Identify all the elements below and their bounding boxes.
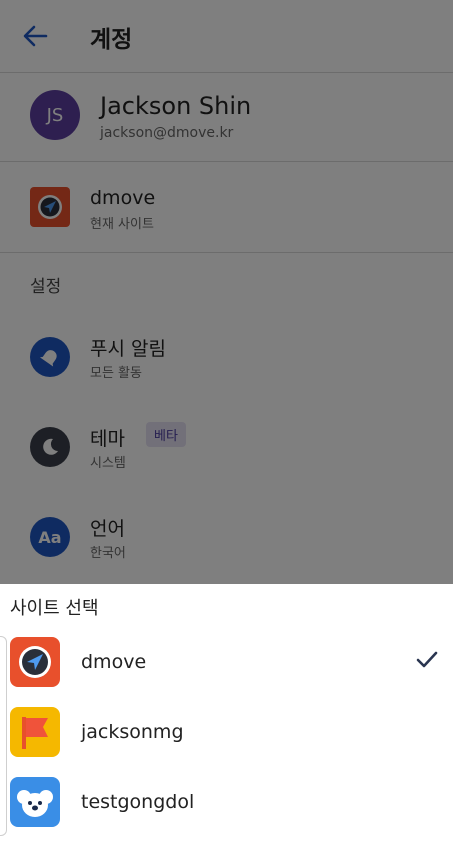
- sheet-title: 사이트 선택: [10, 598, 99, 619]
- flag-icon: [10, 707, 60, 757]
- site-option-testgongdol[interactable]: testgongdol: [0, 774, 453, 844]
- koala-icon: [10, 777, 60, 827]
- site-option-dmove[interactable]: dmove: [0, 634, 453, 704]
- site-option-label: testgongdol: [81, 791, 195, 813]
- site-option-jacksonmg[interactable]: jacksonmg: [0, 704, 453, 774]
- modal-scrim[interactable]: [0, 0, 453, 584]
- compass-icon: [10, 637, 60, 687]
- site-picker-sheet: 사이트 선택 dmove jacksonmg testgongdol: [0, 584, 453, 837]
- checkmark-icon: [416, 651, 438, 668]
- site-option-label: jacksonmg: [81, 721, 184, 743]
- site-option-label: dmove: [81, 651, 147, 673]
